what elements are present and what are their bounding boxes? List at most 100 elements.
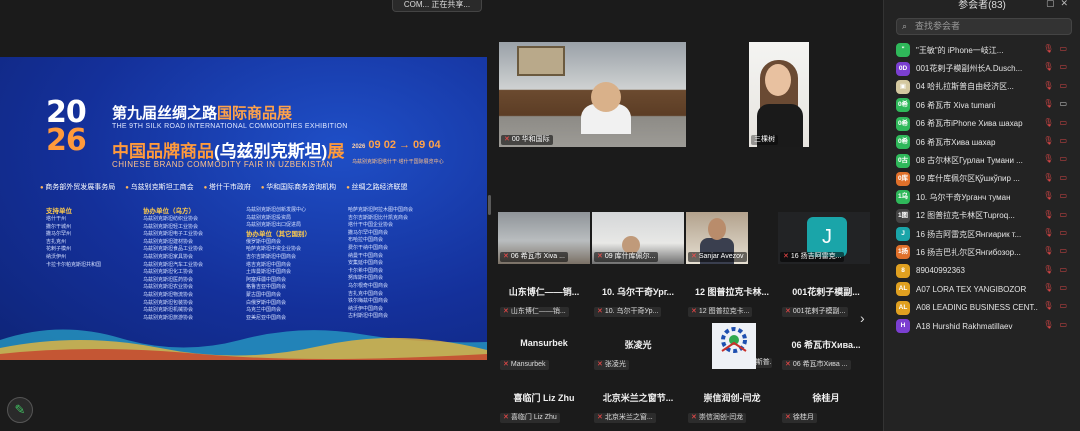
camera-off-icon[interactable]: ▭ bbox=[1059, 301, 1073, 310]
avatar: 0D bbox=[896, 61, 910, 76]
participant-row[interactable]: ▣ 04 哈扎拉斯普自由经济区... 🎙︎▭ bbox=[884, 78, 1080, 96]
poster-list-item: 塔什干中国企业协会 bbox=[348, 222, 394, 229]
participant-row[interactable]: AL A08 LEADING BUSINESS CENT... 🎙︎▭ bbox=[884, 298, 1080, 316]
participant-row[interactable]: 0古 08 古尔林区Гурлан Тумани ... 🎙︎▭ bbox=[884, 151, 1080, 169]
participant-status-icons[interactable]: 🎙︎▭ bbox=[1043, 44, 1073, 53]
mic-muted-icon[interactable]: 🎙︎ bbox=[1043, 118, 1059, 127]
participant-status-icons[interactable]: 🎙︎▭ bbox=[1043, 99, 1073, 108]
participant-status-icons[interactable]: 🎙︎▭ bbox=[1043, 173, 1073, 182]
participant-status-icons[interactable]: 🎙︎▭ bbox=[1043, 265, 1073, 274]
pencil-icon[interactable]: ✎ bbox=[7, 397, 33, 423]
participant-status-icons[interactable]: 🎙︎▭ bbox=[1043, 81, 1073, 90]
participant-row[interactable]: 1乌 10. 乌尔干奇Урганч туман 🎙︎▭ bbox=[884, 188, 1080, 206]
participant-row[interactable]: H A18 Hurshid Rakhmatillaev 🎙︎▭ bbox=[884, 317, 1080, 335]
camera-off-icon[interactable]: ▭ bbox=[1059, 210, 1073, 219]
participant-name: "王敏"的 iPhone一岐江... bbox=[916, 45, 1004, 55]
participant-tile[interactable]: Mansurbek ✕ Mansurbek bbox=[498, 334, 590, 374]
video-tile-huahe[interactable]: ✕ 00 华和国际 bbox=[499, 42, 686, 147]
mic-muted-icon[interactable]: 🎙︎ bbox=[1043, 320, 1059, 329]
camera-off-icon[interactable]: ▭ bbox=[1059, 62, 1073, 71]
participant-row[interactable]: 0库 09 库什库佩尔区Қўшкўпир ... 🎙︎▭ bbox=[884, 170, 1080, 188]
participant-status-icons[interactable]: 🎙︎▭ bbox=[1043, 191, 1073, 200]
participant-tile-name: 徐桂月 bbox=[812, 393, 840, 403]
camera-off-icon[interactable]: ▭ bbox=[1059, 191, 1073, 200]
participant-row[interactable]: AL A07 LORA TEX YANGIBOZOR 🎙︎▭ bbox=[884, 280, 1080, 298]
participant-name: 16 扬吉巴扎尔区Янгибозор... bbox=[916, 247, 1021, 257]
participant-tile[interactable]: 001花剌子模副... ✕ 001花剌子模副... bbox=[780, 281, 872, 321]
participant-row[interactable]: 0D 001花剌子模副州长A.Dusch... 🎙︎▭ bbox=[884, 59, 1080, 77]
participant-row[interactable]: " "王敏"的 iPhone一岐江... 🎙︎▭ bbox=[884, 41, 1080, 59]
camera-on-icon[interactable]: ▭ bbox=[1059, 99, 1073, 108]
participant-row[interactable]: 0希 06 希瓦市Хива шахар 🎙︎▭ bbox=[884, 133, 1080, 151]
mic-muted-icon[interactable]: 🎙︎ bbox=[1043, 154, 1059, 163]
participant-tile[interactable]: 张凌光 ✕ 张凌光 bbox=[592, 334, 684, 374]
video-label: ✕ 山东博仁——销... bbox=[500, 307, 569, 317]
mic-muted-icon[interactable]: 🎙︎ bbox=[1043, 136, 1059, 145]
mic-muted-icon[interactable]: 🎙︎ bbox=[1043, 283, 1059, 292]
participant-status-icons[interactable]: 🎙︎▭ bbox=[1043, 246, 1073, 255]
video-tile-kushkupir[interactable]: ✕ 09 库什库佩尔... bbox=[592, 212, 684, 264]
chevron-right-icon[interactable]: › bbox=[860, 310, 865, 326]
camera-off-icon[interactable]: ▭ bbox=[1059, 136, 1073, 145]
mic-muted-icon: ✕ bbox=[597, 361, 603, 368]
participant-tile[interactable]: 徐桂月 ✕ 徐桂月 bbox=[780, 387, 872, 427]
participant-status-icons[interactable]: 🎙︎▭ bbox=[1043, 228, 1073, 237]
participant-status-icons[interactable]: 🎙︎▭ bbox=[1043, 283, 1073, 292]
participant-tile[interactable]: 喜临门 Liz Zhu ✕ 喜临门 Liz Zhu bbox=[498, 387, 590, 427]
participant-tile[interactable]: 山东博仁——销... ✕ 山东博仁——销... bbox=[498, 281, 590, 321]
mic-muted-icon[interactable]: 🎙︎ bbox=[1043, 99, 1059, 108]
video-tile-sankeshu[interactable]: 三棵树 bbox=[749, 42, 809, 147]
video-tile-xiva[interactable]: ✕ 06 希瓦市 Xiva ... bbox=[498, 212, 590, 264]
video-tile-sanjar[interactable]: ✕ Sanjar Avezov bbox=[686, 212, 748, 264]
camera-off-icon[interactable]: ▭ bbox=[1059, 154, 1073, 163]
mic-muted-icon[interactable]: 🎙︎ bbox=[1043, 62, 1059, 71]
participant-tile[interactable]: 10. 乌尔干奇Ург... ✕ 10. 乌尔干奇Ур... bbox=[592, 281, 684, 321]
mic-muted-icon[interactable]: 🎙︎ bbox=[1043, 301, 1059, 310]
participant-status-icons[interactable]: 🎙︎▭ bbox=[1043, 154, 1073, 163]
participant-tile[interactable]: 北京米兰之窗节... ✕ 北京米兰之窗... bbox=[592, 387, 684, 427]
participant-row[interactable]: 0希 06 希瓦市iPhone Хива шахар 🎙︎▭ bbox=[884, 115, 1080, 133]
camera-off-icon[interactable]: ▭ bbox=[1059, 118, 1073, 127]
video-label: 三棵树 bbox=[751, 135, 778, 145]
mic-muted-icon[interactable]: 🎙︎ bbox=[1043, 44, 1059, 53]
poster-list-item: 乌兹别克斯坦出口促进局 bbox=[246, 222, 302, 229]
mic-muted-icon[interactable]: 🎙︎ bbox=[1043, 173, 1059, 182]
camera-off-icon[interactable]: ▭ bbox=[1059, 246, 1073, 255]
participant-status-icons[interactable]: 🎙︎▭ bbox=[1043, 136, 1073, 145]
participant-status-icons[interactable]: 🎙︎▭ bbox=[1043, 320, 1073, 329]
mic-muted-icon[interactable]: 🎙︎ bbox=[1043, 228, 1059, 237]
video-tile-khazarasp[interactable] bbox=[712, 323, 756, 369]
splitter-handle[interactable] bbox=[488, 195, 491, 215]
participant-name: 06 希瓦市Хива шахар bbox=[916, 137, 996, 147]
participant-tile[interactable]: 崇信润创-闫龙 ✕ 崇信润创-闫龙 bbox=[686, 387, 778, 427]
poster-date: 2026 09 02 → 09 04 bbox=[352, 139, 441, 151]
camera-off-icon[interactable]: ▭ bbox=[1059, 173, 1073, 182]
participant-status-icons[interactable]: 🎙︎▭ bbox=[1043, 210, 1073, 219]
participant-row[interactable]: 1扬 16 扬吉巴扎尔区Янгибозор... 🎙︎▭ bbox=[884, 243, 1080, 261]
avatar: H bbox=[896, 319, 910, 334]
camera-off-icon[interactable]: ▭ bbox=[1059, 228, 1073, 237]
camera-off-icon[interactable]: ▭ bbox=[1059, 320, 1073, 329]
participant-status-icons[interactable]: 🎙︎▭ bbox=[1043, 118, 1073, 127]
participant-row[interactable]: 0希 06 希瓦市 Xiva tumani 🎙︎▭ bbox=[884, 96, 1080, 114]
participant-row[interactable]: 1图 12 图普拉克卡林区Tuproq... 🎙︎▭ bbox=[884, 207, 1080, 225]
camera-off-icon[interactable]: ▭ bbox=[1059, 44, 1073, 53]
mic-muted-icon[interactable]: 🎙︎ bbox=[1043, 265, 1059, 274]
participants-panel: 参会者(83) ▢✕ ⌕ 查找参会者 " "王敏"的 iPhone一岐江... 🎙︎… bbox=[883, 0, 1080, 431]
mic-muted-icon[interactable]: 🎙︎ bbox=[1043, 210, 1059, 219]
participant-tile[interactable]: 12 图普拉克卡林... ✕ 12 图普拉克卡... bbox=[686, 281, 778, 321]
participant-search-input[interactable]: ⌕ 查找参会者 bbox=[896, 18, 1072, 35]
mic-muted-icon[interactable]: 🎙︎ bbox=[1043, 81, 1059, 90]
participant-row[interactable]: 8 89040992363 🎙︎▭ bbox=[884, 262, 1080, 280]
participant-status-icons[interactable]: 🎙︎▭ bbox=[1043, 62, 1073, 71]
participant-row[interactable]: J 16 扬吉阿雷克区Янгиарик т... 🎙︎▭ bbox=[884, 225, 1080, 243]
video-tile-yangiarik[interactable]: J ✕ 16 扬吉阿雷克... bbox=[778, 212, 870, 264]
camera-off-icon[interactable]: ▭ bbox=[1059, 81, 1073, 90]
panel-header-icons[interactable]: ▢✕ bbox=[1046, 0, 1074, 9]
mic-muted-icon[interactable]: 🎙︎ bbox=[1043, 246, 1059, 255]
participant-status-icons[interactable]: 🎙︎▭ bbox=[1043, 301, 1073, 310]
mic-muted-icon[interactable]: 🎙︎ bbox=[1043, 191, 1059, 200]
camera-off-icon[interactable]: ▭ bbox=[1059, 283, 1073, 292]
participant-tile[interactable]: 06 希瓦市Хива... ✕ 06 希瓦市Хива ... bbox=[780, 334, 872, 374]
camera-off-icon[interactable]: ▭ bbox=[1059, 265, 1073, 274]
